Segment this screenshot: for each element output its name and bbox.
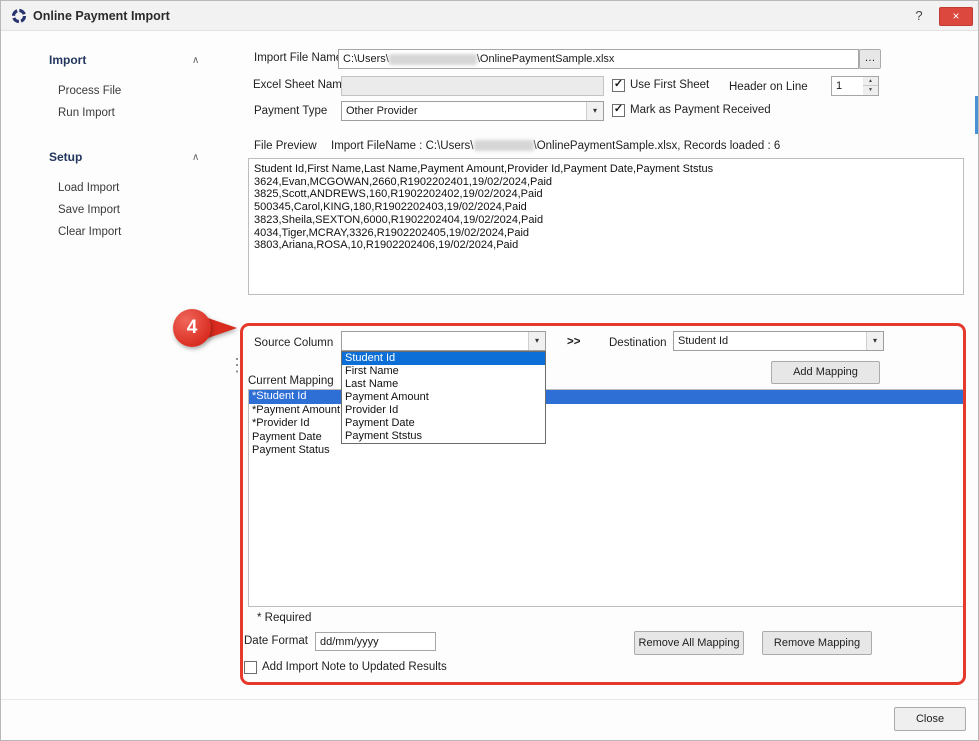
remove-all-mapping-button[interactable]: Remove All Mapping <box>634 631 744 655</box>
sidebar-item-run-import[interactable]: Run Import <box>58 107 115 119</box>
dropdown-option[interactable]: Payment Date <box>342 417 545 430</box>
destination-select[interactable]: Student Id ▾ <box>673 331 884 351</box>
drag-handle-dots-icon: ⋮ <box>228 352 246 378</box>
import-file-name-input[interactable]: C:\Users\ \OnlinePaymentSample.xlsx <box>338 49 859 69</box>
titlebar: Online Payment Import ? × <box>1 1 978 31</box>
redacted-username <box>474 140 534 151</box>
dropdown-option[interactable]: Payment Amount <box>342 391 545 404</box>
add-import-note-checkbox[interactable] <box>244 661 257 674</box>
mark-as-payment-received-checkbox[interactable]: ✓ <box>612 104 625 117</box>
payment-type-label: Payment Type <box>254 105 327 117</box>
sidebar-section-setup[interactable]: Setup <box>49 150 82 164</box>
add-import-note-label: Add Import Note to Updated Results <box>262 661 447 673</box>
preview-line: 500345,Carol,KING,180,R1902202403,19/02/… <box>254 201 958 214</box>
path-prefix: C:\Users\ <box>343 53 389 65</box>
destination-value: Student Id <box>678 334 863 348</box>
payment-type-select[interactable]: Other Provider ▾ <box>341 101 604 121</box>
destination-label: Destination <box>609 337 667 349</box>
close-button[interactable]: Close <box>894 707 966 731</box>
map-direction-arrows: >> <box>567 336 580 348</box>
mark-as-payment-received-label: Mark as Payment Received <box>630 104 771 116</box>
preview-line: Student Id,First Name,Last Name,Payment … <box>254 163 958 176</box>
spin-down-icon[interactable]: ▼ <box>863 86 878 95</box>
payment-type-value: Other Provider <box>346 104 583 118</box>
source-column-select[interactable]: ▾ <box>341 331 546 351</box>
preview-line: 3823,Sheila,SEXTON,6000,R1902202404,19/0… <box>254 214 958 227</box>
meta-prefix: Import FileName : C:\Users\ <box>331 140 474 152</box>
redacted-username <box>389 54 477 65</box>
source-column-dropdown: Student Id First Name Last Name Payment … <box>341 351 546 444</box>
spin-up-icon[interactable]: ▲ <box>863 77 878 86</box>
excel-sheet-name-label: Excel Sheet Name <box>253 79 348 91</box>
footer-divider <box>1 699 979 700</box>
add-mapping-button[interactable]: Add Mapping <box>771 361 880 384</box>
current-mapping-label: Current Mapping <box>248 375 334 387</box>
source-column-label: Source Column <box>254 337 333 349</box>
file-preview-meta: Import FileName : C:\Users\ \OnlinePaymen… <box>331 140 780 152</box>
mapping-item[interactable]: Payment Status <box>249 444 963 458</box>
date-format-input[interactable]: dd/mm/yyyy <box>315 632 436 651</box>
header-on-line-input[interactable]: 1 <box>831 76 864 96</box>
date-format-label: Date Format <box>244 635 308 647</box>
path-suffix: \OnlinePaymentSample.xlsx <box>477 53 615 65</box>
check-icon: ✓ <box>613 78 624 91</box>
import-file-name-label: Import File Name <box>254 52 342 64</box>
remove-mapping-button[interactable]: Remove Mapping <box>762 631 872 655</box>
sidebar-item-load-import[interactable]: Load Import <box>58 182 119 194</box>
preview-line: 3803,Ariana,ROSA,10,R1902202406,19/02/20… <box>254 239 958 252</box>
file-preview-box[interactable]: Student Id,First Name,Last Name,Payment … <box>248 158 964 295</box>
sidebar-item-process-file[interactable]: Process File <box>58 85 121 97</box>
check-icon: ✓ <box>613 103 624 116</box>
preview-line: 3825,Scott,ANDREWS,160,R1902202402,19/02… <box>254 188 958 201</box>
window-close-button[interactable]: × <box>939 7 973 26</box>
collapse-setup-icon[interactable]: ∧ <box>192 152 199 163</box>
file-preview-label: File Preview <box>254 140 317 152</box>
collapse-import-icon[interactable]: ∧ <box>192 55 199 66</box>
annotation-callout-number: 4 <box>173 309 211 347</box>
sidebar-item-save-import[interactable]: Save Import <box>58 204 120 216</box>
dropdown-arrow-icon[interactable]: ▾ <box>866 332 883 350</box>
dropdown-option[interactable]: Provider Id <box>342 404 545 417</box>
header-on-line-spinner[interactable]: ▲ ▼ <box>863 76 879 96</box>
sidebar-section-import[interactable]: Import <box>49 53 86 67</box>
window-title: Online Payment Import <box>33 1 170 31</box>
dropdown-arrow-icon[interactable]: ▾ <box>586 102 603 120</box>
dropdown-option[interactable]: Last Name <box>342 378 545 391</box>
scroll-indicator <box>975 96 979 134</box>
preview-line: 4034,Tiger,MCRAY,3326,R1902202405,19/02/… <box>254 227 958 240</box>
header-on-line-label: Header on Line <box>729 81 808 93</box>
dropdown-arrow-icon[interactable]: ▾ <box>528 332 545 350</box>
use-first-sheet-checkbox[interactable]: ✓ <box>612 79 625 92</box>
sidebar-item-clear-import[interactable]: Clear Import <box>58 226 121 238</box>
app-icon <box>11 8 27 24</box>
excel-sheet-name-input[interactable] <box>341 76 604 96</box>
preview-line: 3624,Evan,MCGOWAN,2660,R1902202401,19/02… <box>254 176 958 189</box>
dropdown-option[interactable]: Student Id <box>342 352 545 365</box>
required-note: * Required <box>257 612 311 624</box>
dropdown-option[interactable]: First Name <box>342 365 545 378</box>
dropdown-option[interactable]: Payment Ststus <box>342 430 545 443</box>
use-first-sheet-label: Use First Sheet <box>630 79 709 91</box>
help-button[interactable]: ? <box>907 1 931 31</box>
browse-button[interactable]: … <box>859 49 881 69</box>
meta-suffix: \OnlinePaymentSample.xlsx, Records loade… <box>534 140 781 152</box>
online-payment-import-window: Online Payment Import ? × Import ∧ Proce… <box>0 0 979 741</box>
